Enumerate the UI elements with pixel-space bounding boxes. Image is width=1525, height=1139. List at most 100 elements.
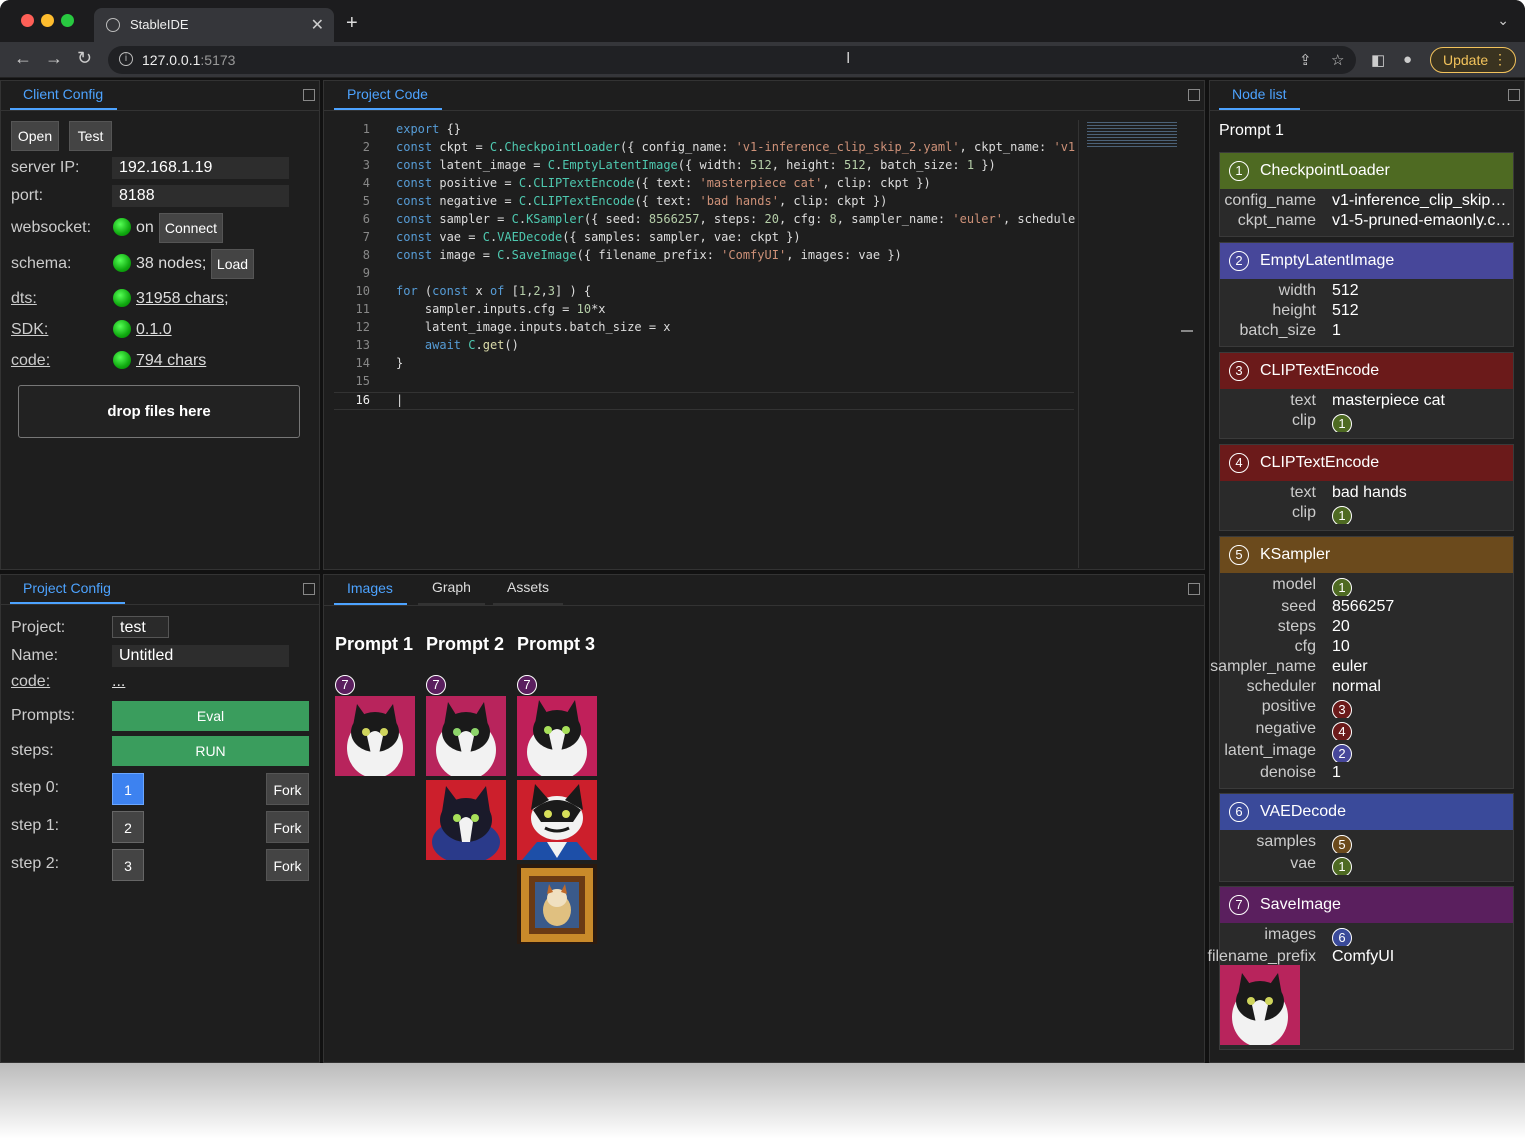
node-ref-badge[interactable]: 4 [1332, 722, 1352, 740]
server-ip-input[interactable]: 192.168.1.19 [112, 157, 289, 179]
node-ref-badge[interactable]: 1 [1332, 414, 1352, 432]
node-ref: 5 [1332, 833, 1512, 853]
project-select[interactable]: test ⌄ [112, 616, 169, 656]
minimize-window-dot[interactable] [41, 14, 54, 27]
generated-image[interactable] [517, 696, 597, 776]
sidebar-icon[interactable]: ◧ [1371, 51, 1385, 69]
generated-image[interactable] [517, 780, 597, 860]
node-header[interactable]: 6 VAEDecode [1220, 794, 1513, 830]
star-icon[interactable]: ☆ [1331, 51, 1344, 69]
maximize-icon[interactable] [1508, 89, 1520, 101]
node-input-value: euler [1332, 658, 1368, 675]
node-header[interactable]: 5 KSampler [1220, 537, 1513, 573]
sdk-link[interactable]: 0.1.0 [136, 321, 172, 339]
node-input-row: positive 3 [1220, 698, 1513, 720]
maximize-icon[interactable] [303, 89, 315, 101]
node-header[interactable]: 3 CLIPTextEncode [1220, 353, 1513, 389]
node-card[interactable]: 1 CheckpointLoader config_name v1-inference… [1219, 152, 1514, 237]
node-title: CheckpointLoader [1260, 162, 1390, 179]
node-input-key: negative [1255, 720, 1317, 737]
load-button[interactable]: Load [211, 249, 254, 279]
address-bar[interactable]: i 127.0.0.1:5173 [108, 46, 1356, 74]
code-minimap[interactable] [1078, 120, 1193, 568]
node-ref-badge[interactable]: 1 [1332, 578, 1352, 596]
share-icon[interactable]: ⇪ [1299, 51, 1312, 69]
open-button[interactable]: Open [11, 121, 59, 151]
generated-image[interactable] [426, 780, 506, 860]
node-input-key: batch_size [1239, 322, 1317, 339]
info-icon[interactable]: i [119, 52, 133, 66]
name-input[interactable]: Untitled [112, 645, 289, 667]
node-header[interactable]: 4 CLIPTextEncode [1220, 445, 1513, 481]
new-tab-icon[interactable]: + [346, 12, 358, 35]
maximize-icon[interactable] [1188, 583, 1200, 595]
sdk-label[interactable]: SDK: [11, 321, 48, 339]
close-tab-icon[interactable]: ✕ [311, 15, 324, 35]
project-code-link[interactable]: ... [112, 673, 125, 691]
update-button[interactable]: Update ⋮ [1430, 47, 1516, 73]
tab-assets[interactable]: Assets [493, 579, 564, 605]
node-card[interactable]: 2 EmptyLatentImage width 512 height 512 batch_… [1219, 242, 1514, 347]
tab-client-config[interactable]: Client Config [10, 86, 118, 110]
generated-image[interactable] [517, 864, 597, 944]
saved-image-preview[interactable] [1220, 965, 1300, 1045]
maximize-icon[interactable] [303, 583, 315, 595]
node-header[interactable]: 2 EmptyLatentImage [1220, 243, 1513, 279]
test-button[interactable]: Test [69, 121, 112, 151]
code-link[interactable]: 794 chars [136, 352, 206, 370]
node-card[interactable]: 3 CLIPTextEncode text masterpiece cat clip 1 [1219, 352, 1514, 439]
project-code-label[interactable]: code: [11, 673, 50, 691]
node-input-value: 10 [1332, 638, 1350, 655]
tab-project-config[interactable]: Project Config [10, 580, 125, 604]
node-input-row: negative 4 [1220, 720, 1513, 742]
step-label: step 1: [11, 817, 60, 834]
node-badge: 7 [335, 675, 355, 695]
zoom-window-dot[interactable] [61, 14, 74, 27]
drop-zone[interactable]: drop files here [18, 385, 300, 438]
browser-tab[interactable]: StableIDE ✕ [94, 8, 334, 42]
port-input[interactable]: 8188 [112, 185, 289, 207]
close-window-dot[interactable] [21, 14, 34, 27]
node-input-row: images 6 [1220, 926, 1513, 948]
fork-button[interactable]: Fork [266, 773, 309, 805]
step-button[interactable]: 2 [112, 811, 144, 843]
node-ref-badge[interactable]: 1 [1332, 857, 1352, 875]
step-button[interactable]: 3 [112, 849, 144, 881]
node-ref-badge[interactable]: 1 [1332, 506, 1352, 524]
node-ref-badge[interactable]: 2 [1332, 744, 1352, 762]
run-button[interactable]: RUN [112, 736, 309, 766]
eval-button[interactable]: Eval [112, 701, 309, 731]
dts-label[interactable]: dts: [11, 290, 37, 308]
reload-icon[interactable]: ↻ [77, 48, 92, 69]
generated-image[interactable] [426, 696, 506, 776]
schema-label: schema: [11, 255, 72, 272]
node-ref-badge[interactable]: 6 [1332, 928, 1352, 946]
connect-button[interactable]: Connect [159, 213, 223, 243]
code-editor[interactable]: 1 export {} 2 const ckpt = C.CheckpointLoa… [334, 120, 1179, 568]
back-icon[interactable]: ← [14, 48, 32, 69]
code-label[interactable]: code: [11, 352, 50, 370]
fork-button[interactable]: Fork [266, 811, 309, 843]
more-icon[interactable]: ⋮ [1493, 51, 1507, 68]
profile-icon[interactable]: ● [1403, 51, 1412, 68]
maximize-icon[interactable] [1188, 89, 1200, 101]
dts-link[interactable]: 31958 chars; [136, 290, 229, 308]
forward-icon[interactable]: → [45, 48, 63, 69]
node-card[interactable]: 5 KSampler model 1 seed 8566257 steps 20 cfg 10 sa… [1210, 536, 1514, 789]
node-input-key: filename_prefix [1207, 948, 1317, 965]
node-ref-badge[interactable]: 3 [1332, 700, 1352, 718]
generated-image[interactable] [335, 696, 415, 776]
tab-graph[interactable]: Graph [418, 579, 485, 605]
fork-button[interactable]: Fork [266, 849, 309, 881]
node-card[interactable]: 6 VAEDecode samples 5 vae 1 [1219, 793, 1514, 882]
node-ref-badge[interactable]: 5 [1332, 835, 1352, 853]
tab-project-code[interactable]: Project Code [334, 86, 442, 110]
node-header[interactable]: 7 SaveImage [1220, 887, 1513, 923]
node-header[interactable]: 1 CheckpointLoader [1220, 153, 1513, 189]
node-card[interactable]: 4 CLIPTextEncode text bad hands clip 1 [1219, 444, 1514, 531]
prompt-column-title: Prompt 2 [426, 634, 505, 654]
step-button[interactable]: 1 [112, 773, 144, 805]
tab-images[interactable]: Images [334, 580, 407, 605]
chevron-down-icon[interactable]: ⌄ [1497, 12, 1509, 29]
tab-node-list[interactable]: Node list [1219, 86, 1301, 110]
